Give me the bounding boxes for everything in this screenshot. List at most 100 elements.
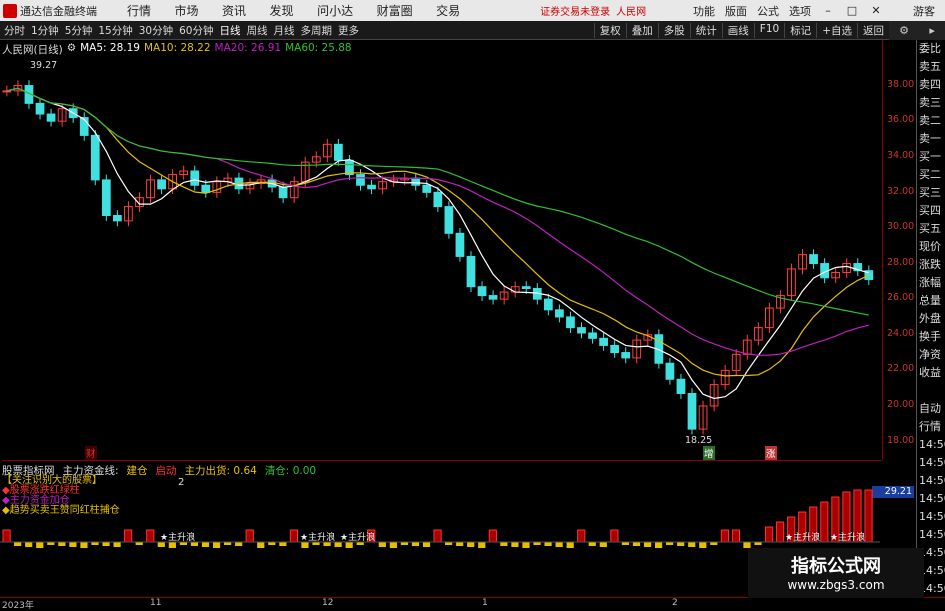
button-diejia[interactable]: 叠加 — [625, 22, 658, 38]
button-duogu[interactable]: 多股 — [657, 22, 690, 38]
quote-panel-item: 14:50 — [919, 474, 945, 487]
ma20-label: MA20: 26.91 — [214, 42, 282, 54]
candlestick-chart[interactable] — [0, 40, 915, 460]
indicator-red-bar — [2, 529, 11, 543]
ma5-label: MA5: 28.19 — [80, 42, 140, 54]
candle-body — [477, 286, 487, 297]
zhushenglang-label: ★主升浪 — [300, 531, 335, 543]
expand-icon[interactable]: ▸ — [929, 24, 935, 37]
low-price-label: 18.25 — [685, 435, 713, 446]
quote-panel-item: 14:50 — [919, 456, 945, 469]
candle-body — [588, 332, 597, 339]
period-more[interactable]: 更多 — [338, 23, 359, 38]
button-huaxian[interactable]: 画线 — [721, 22, 754, 38]
indicator-yellow-bar — [201, 542, 210, 547]
date-tick: 11 — [150, 598, 162, 608]
button-fanhui[interactable]: 返回 — [857, 22, 889, 38]
button-zixuan[interactable]: +自选 — [816, 22, 857, 38]
menu-item-zixun[interactable]: 资讯 — [222, 4, 246, 18]
close-icon[interactable]: ✕ — [869, 4, 883, 17]
menu-item-jiaoyi[interactable]: 交易 — [436, 4, 460, 18]
candle-body — [444, 206, 454, 234]
menu-item-wenxiaoda[interactable]: 问小达 — [317, 4, 353, 18]
indicator-yellow-bar — [58, 542, 66, 546]
quote-panel-item: 委比 — [919, 42, 941, 55]
indicator-red-bar — [124, 529, 133, 543]
maximize-icon[interactable]: □ — [845, 4, 859, 17]
button-tongji[interactable]: 统计 — [689, 22, 722, 38]
quote-panel-item: 买一 — [919, 150, 941, 163]
quote-panel-item: 卖三 — [919, 96, 941, 109]
axis-tick: 30.00 — [887, 221, 915, 232]
candle-body — [555, 309, 564, 318]
candle-body — [466, 255, 476, 288]
event-mark-zhang[interactable]: 涨 — [765, 446, 777, 460]
minimize-icon[interactable]: – — [821, 4, 835, 17]
indicator-red-bar — [731, 529, 741, 543]
app-logo-icon — [3, 3, 17, 18]
indicator-red-bar — [776, 521, 785, 543]
trade-status[interactable]: 证券交易未登录 — [540, 3, 610, 18]
period-daily[interactable]: 日线 — [220, 23, 241, 38]
indicator-red-bar — [577, 529, 586, 543]
menu-item-xuanxiang[interactable]: 选项 — [789, 3, 811, 19]
period-5min[interactable]: 5分钟 — [65, 23, 93, 38]
period-fenshi[interactable]: 分时 — [4, 23, 25, 38]
menu-item-shichang[interactable]: 市场 — [175, 4, 199, 18]
indicator-yellow-bar — [212, 542, 221, 548]
quote-panel: 委比 卖五 卖四 卖三 卖二 卖一 买一 买二 买三 买四 买五 现价 涨跌 涨幅 总量 外盘 换手 净资 收益 自动… — [916, 40, 945, 600]
menu-item-gongshi[interactable]: 公式 — [757, 3, 779, 19]
date-tick: 2 — [672, 598, 678, 608]
candle-body — [101, 179, 111, 216]
indicator-yellow-bar — [544, 542, 552, 546]
zhushenglang-label: ★主升浪 — [160, 531, 195, 543]
period-15min[interactable]: 15分钟 — [98, 23, 132, 38]
menu-item-gongneng[interactable]: 功能 — [693, 3, 715, 19]
indicator-yellow-bar — [389, 542, 397, 548]
event-mark-cai[interactable]: 财 — [85, 446, 97, 460]
quote-panel-item: 买五 — [919, 222, 941, 235]
axis-tick: 24.00 — [887, 328, 915, 339]
button-f10[interactable]: F10 — [753, 22, 784, 38]
button-fuquan[interactable]: 复权 — [593, 22, 626, 38]
button-biaoji[interactable]: 标记 — [784, 22, 816, 38]
candle-body — [157, 179, 166, 190]
quote-panel-item: 净资 — [919, 348, 941, 361]
indicator-red-bar — [764, 526, 774, 543]
settings-icon[interactable]: ⚙ — [67, 42, 76, 57]
period-30min[interactable]: 30分钟 — [139, 23, 173, 38]
period-multi[interactable]: 多周期 — [301, 23, 333, 38]
menu-item-caifuquan[interactable]: 财富圈 — [377, 4, 413, 18]
candle-body — [665, 362, 675, 380]
menu-item-banmian[interactable]: 版面 — [725, 3, 747, 19]
quote-panel-item: 14:50 — [919, 492, 945, 505]
settings-icon[interactable]: ⚙ — [899, 24, 909, 37]
menu-item-hangqing[interactable]: 行情 — [127, 4, 151, 18]
indicator-yellow-bar — [235, 542, 243, 546]
candle-body — [676, 378, 686, 395]
title-bar: 通达信金融终端 行情 市场 资讯 发现 问小达 财富圈 交易 证券交易未登录 人… — [0, 0, 945, 21]
quote-panel-item: 卖四 — [919, 78, 941, 91]
indicator-yellow-bar — [688, 542, 696, 547]
period-monthly[interactable]: 月线 — [274, 23, 295, 38]
watermark-title: 指标公式网 — [791, 556, 881, 577]
axis-tick: 32.00 — [887, 186, 915, 197]
indicator-yellow-bar — [378, 542, 386, 547]
period-1min[interactable]: 1分钟 — [31, 23, 59, 38]
indicator-yellow-bar — [25, 542, 33, 547]
indicator-yellow-bar — [588, 542, 596, 546]
guest-label[interactable]: 游客 — [913, 3, 935, 19]
period-60min[interactable]: 60分钟 — [179, 23, 213, 38]
quote-panel-item: 涨跌 — [919, 258, 941, 271]
menu-item-faxian[interactable]: 发现 — [270, 4, 294, 18]
period-weekly[interactable]: 周线 — [247, 23, 268, 38]
quote-panel-item: 卖五 — [919, 60, 941, 73]
ma60-label: MA60: 25.88 — [285, 42, 352, 54]
indicator-yellow-bar — [555, 542, 563, 547]
chart-title: 人民网(日线) — [2, 44, 63, 56]
app-name: 通达信金融终端 — [20, 4, 97, 18]
candle-body — [566, 316, 575, 329]
quote-panel-item: 换手 — [919, 330, 941, 343]
event-mark-zeng[interactable]: 增 — [703, 446, 715, 460]
candle-body — [422, 184, 432, 193]
